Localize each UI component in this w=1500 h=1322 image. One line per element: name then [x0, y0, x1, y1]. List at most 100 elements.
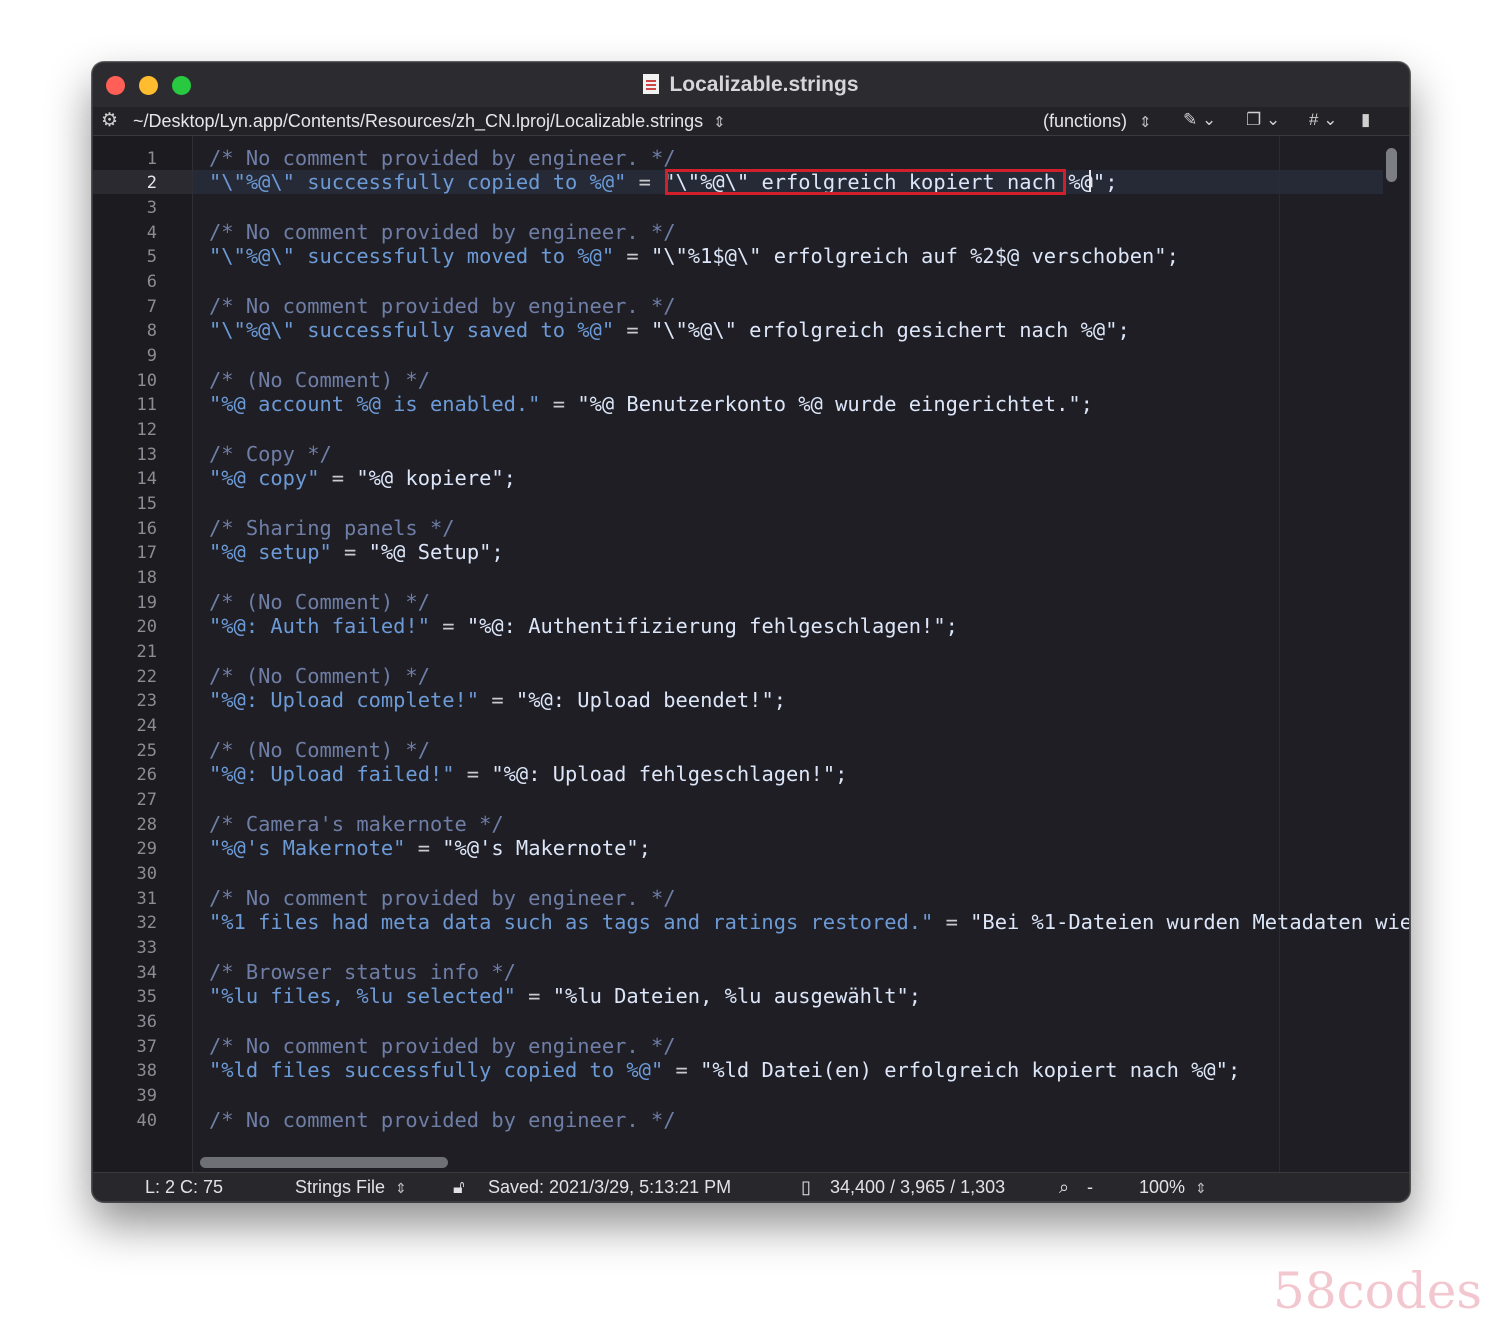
- string-key: "\"%@\" successfully copied to %@": [209, 170, 627, 194]
- search-icon[interactable]: ⌕: [1059, 1177, 1069, 1198]
- line-number: 15: [136, 494, 157, 514]
- string-value: "\"%@\" erfolgreich gesichert nach %@";: [650, 318, 1130, 342]
- string-value: "%@ Benutzerkonto %@ wurde eingerichtet.…: [577, 392, 1093, 416]
- line-number: 40: [136, 1111, 157, 1131]
- editor-window: Localizable.strings ⚙ ~/Desktop/Lyn.app/…: [92, 62, 1410, 1202]
- pen-icon[interactable]: ✎ ⌄: [1183, 110, 1216, 130]
- comment-text: /* (No Comment) */: [209, 368, 430, 392]
- file-icon[interactable]: ▮: [1361, 110, 1370, 130]
- comment-text: /* Browser status info */: [209, 960, 516, 984]
- string-value: "Bei %1-Dateien wurden Metadaten wie: [970, 910, 1409, 934]
- string-value: "%@: Upload beendet!";: [515, 688, 786, 712]
- line-number: 13: [136, 445, 157, 465]
- line-number: 4: [146, 223, 157, 243]
- line-number: 27: [136, 790, 157, 810]
- line-number: 37: [136, 1037, 157, 1057]
- string-key: "%@: Upload failed!": [209, 762, 455, 786]
- line-number: 28: [136, 815, 157, 835]
- line-number: 17: [136, 543, 157, 563]
- updown-icon: ⇕: [1195, 1180, 1207, 1196]
- line-number: 21: [136, 642, 157, 662]
- code-line: /* No comment provided by engineer. */: [209, 1108, 676, 1132]
- string-key: "%@ setup": [209, 540, 332, 564]
- watermark-logo: 58codes: [1273, 1262, 1482, 1320]
- equals-sign: =: [479, 688, 516, 712]
- code-editor[interactable]: 1 2 3 4 5 6 7 8 9 10 11 12 13 14 15 16 1…: [93, 136, 1409, 1172]
- horizontal-scrollbar[interactable]: [200, 1157, 448, 1168]
- vertical-scrollbar[interactable]: [1386, 148, 1397, 182]
- line-number: 6: [146, 272, 157, 292]
- code-line: "%@: Upload complete!" = "%@: Upload bee…: [209, 688, 786, 712]
- equals-sign: =: [331, 540, 369, 564]
- syntax-popup[interactable]: Strings File ⇕: [295, 1177, 407, 1198]
- string-value: "%@ Setup";: [368, 540, 504, 564]
- functions-label: (functions): [1043, 111, 1128, 131]
- line-number: 9: [146, 346, 157, 366]
- equals-sign: =: [540, 392, 578, 416]
- line-number: 31: [136, 889, 157, 909]
- line-number: 22: [136, 667, 157, 687]
- string-value: "%@: Authentifizierung fehlgeschlagen!";: [466, 614, 958, 638]
- code-line: "%@ setup" = "%@ Setup";: [209, 540, 504, 564]
- code-line: /* Sharing panels */: [209, 516, 455, 540]
- string-value: "%lu Dateien, %lu ausgewählt";: [552, 984, 922, 1008]
- lock-icon[interactable]: 🔓︎: [453, 1177, 465, 1198]
- line-number: 35: [136, 987, 157, 1007]
- updown-icon: ⇕: [1139, 114, 1152, 131]
- line-number: 12: [136, 420, 157, 440]
- string-key: "%lu files, %lu selected": [209, 984, 516, 1008]
- line-number: 34: [136, 963, 157, 983]
- comment-text: /* No comment provided by engineer. */: [209, 220, 676, 244]
- document-counts: 34,400 / 3,965 / 1,303: [830, 1177, 1006, 1197]
- cursor-position: L: 2 C: 75: [145, 1177, 224, 1197]
- comment-text: /* (No Comment) */: [209, 590, 430, 614]
- code-line: /* No comment provided by engineer. */: [209, 294, 676, 318]
- equals-sign: =: [614, 318, 651, 342]
- equals-sign: =: [663, 1058, 701, 1082]
- string-key: "%@: Auth failed!": [209, 614, 430, 638]
- line-number: 24: [136, 716, 157, 736]
- gear-icon[interactable]: ⚙: [101, 109, 118, 132]
- string-key: "%@'s Makernote": [209, 836, 406, 860]
- line-number: 19: [136, 593, 157, 613]
- line-number: 1: [146, 149, 157, 169]
- line-number: 8: [146, 321, 157, 341]
- line-number: 39: [136, 1086, 157, 1106]
- comment-text: /* Copy */: [209, 442, 332, 466]
- comment-text: /* Camera's makernote */: [209, 812, 504, 836]
- hash-label: #: [1309, 110, 1319, 129]
- saved-status: Saved: 2021/3/29, 5:13:21 PM: [488, 1177, 732, 1197]
- line-number: 36: [136, 1012, 157, 1032]
- code-line: "%@: Upload failed!" = "%@: Upload fehlg…: [209, 762, 847, 786]
- code-line: /* Copy */: [209, 442, 332, 466]
- equals-sign: =: [626, 170, 664, 194]
- line-number: 7: [146, 297, 157, 317]
- equals-sign: =: [319, 466, 357, 490]
- zoom-popup[interactable]: 100% ⇕: [1139, 1177, 1207, 1198]
- hash-menu[interactable]: # ⌄: [1309, 110, 1337, 130]
- code-line: /* Browser status info */: [209, 960, 516, 984]
- functions-popup[interactable]: (functions) ⇕: [1043, 111, 1152, 132]
- line-number: 16: [136, 519, 157, 539]
- comment-text: /* No comment provided by engineer. */: [209, 886, 676, 910]
- window-title: Localizable.strings: [93, 73, 1409, 97]
- copy-icon[interactable]: ❐ ⌄: [1246, 110, 1280, 130]
- string-value: "%@'s Makernote";: [442, 836, 651, 860]
- code-line: /* Camera's makernote */: [209, 812, 504, 836]
- code-line: /* (No Comment) */: [209, 368, 430, 392]
- path-popup[interactable]: ~/Desktop/Lyn.app/Contents/Resources/zh_…: [133, 111, 726, 132]
- comment-text: /* Sharing panels */: [209, 516, 455, 540]
- code-line: /* (No Comment) */: [209, 590, 430, 614]
- code-line: /* No comment provided by engineer. */: [209, 886, 676, 910]
- string-key: "%@ account %@ is enabled.": [209, 392, 541, 416]
- string-key: "\"%@\" successfully moved to %@": [209, 244, 615, 268]
- comment-text: /* (No Comment) */: [209, 664, 430, 688]
- code-line: /* (No Comment) */: [209, 664, 430, 688]
- comment-text: /* (No Comment) */: [209, 738, 430, 762]
- code-line: "\"%@\" successfully saved to %@" = "\"%…: [209, 318, 1130, 342]
- file-icon: ▯: [801, 1177, 811, 1197]
- line-number: 25: [136, 741, 157, 761]
- code-line: "\"%@\" successfully moved to %@" = "\"%…: [209, 244, 1179, 268]
- code-line: "%@'s Makernote" = "%@'s Makernote";: [209, 836, 651, 860]
- zoom-label: 100%: [1139, 1177, 1186, 1197]
